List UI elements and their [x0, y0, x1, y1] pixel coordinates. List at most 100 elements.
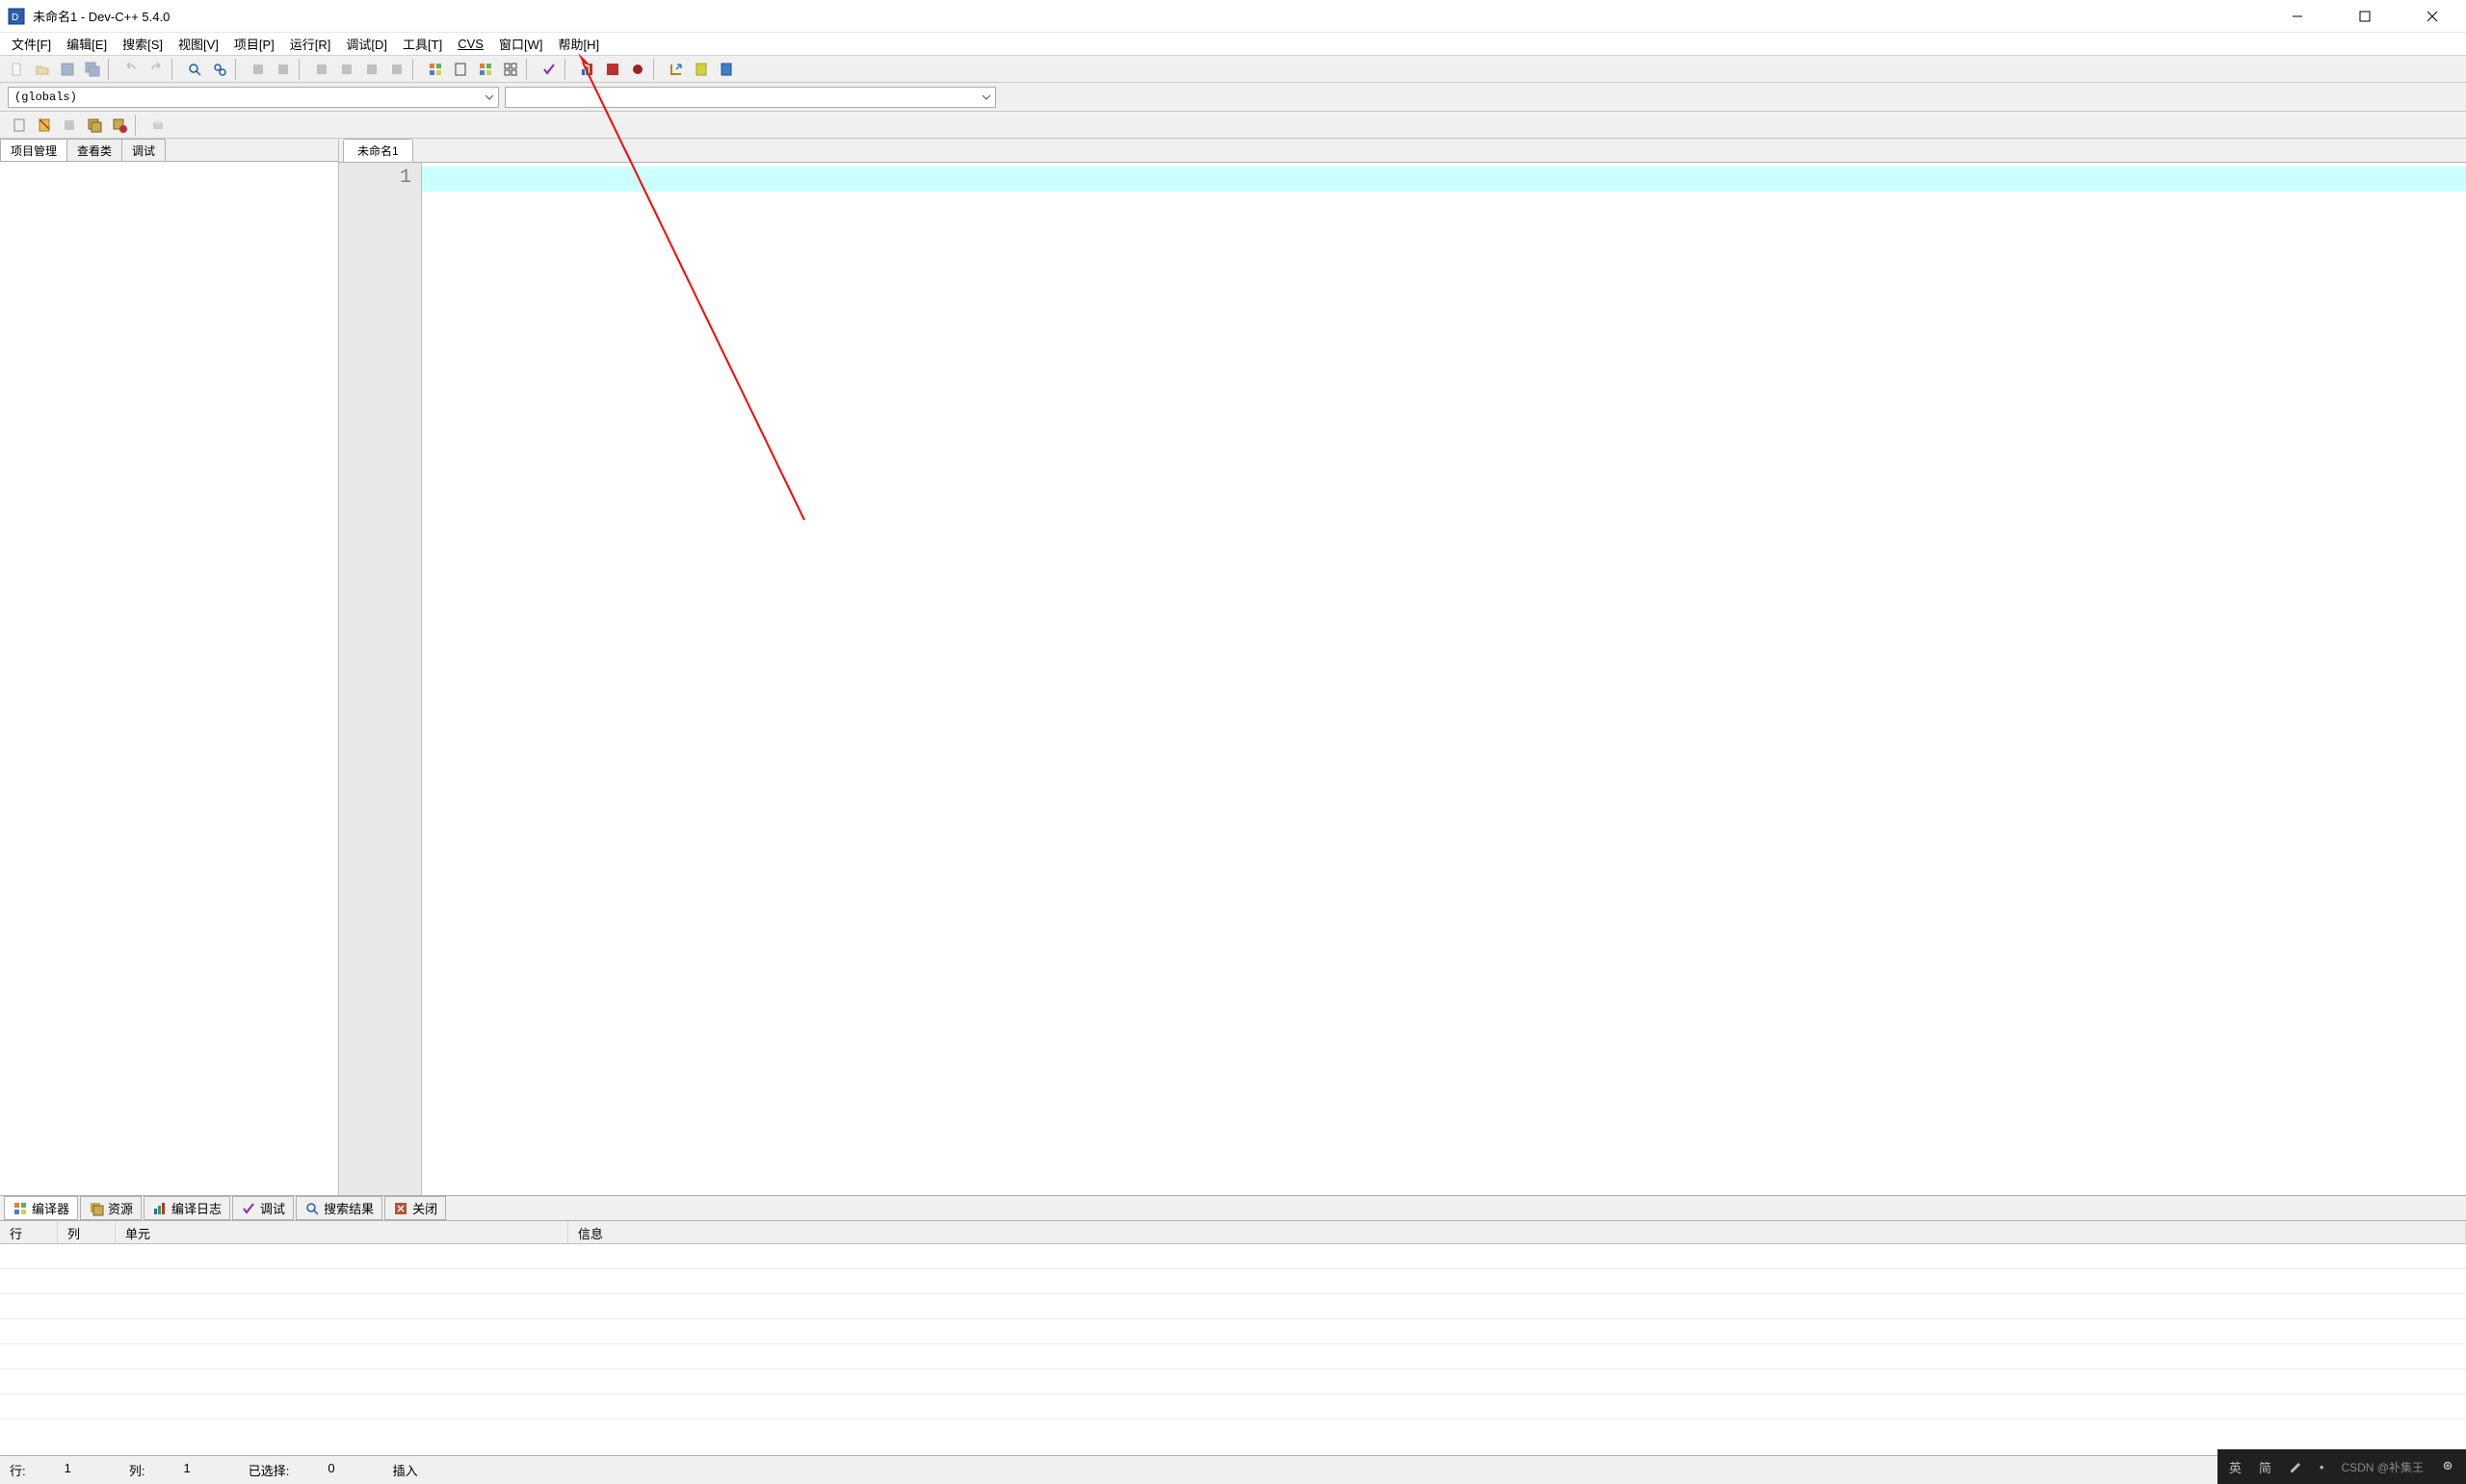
search-icon [304, 1201, 320, 1216]
tab-class-browser[interactable]: 查看类 [66, 139, 122, 161]
ime-edit-icon[interactable] [2289, 1459, 2302, 1475]
tab-debug-output[interactable]: 调试 [232, 1196, 294, 1220]
menu-edit[interactable]: 编辑[E] [59, 33, 115, 55]
col-header-message[interactable]: 信息 [568, 1221, 2466, 1243]
tab-compile-log[interactable]: 编译日志 [144, 1196, 230, 1220]
ime-lang[interactable]: 英 [2229, 1458, 2242, 1476]
replace-button[interactable] [208, 59, 231, 80]
status-mode: 插入 [393, 1461, 418, 1479]
menu-search[interactable]: 搜索[S] [115, 33, 171, 55]
open-button[interactable] [31, 59, 54, 80]
tab-resource[interactable]: 资源 [80, 1196, 142, 1220]
scope-combo-value: (globals) [14, 91, 77, 104]
grid-row[interactable] [0, 1344, 2466, 1369]
grid-row[interactable] [0, 1294, 2466, 1319]
toolbar-separator [564, 59, 572, 80]
ime-dot-icon[interactable]: • [2320, 1460, 2324, 1474]
menubar: 文件[F] 编辑[E] 搜索[S] 视图[V] 项目[P] 运行[R] 调试[D… [0, 33, 2466, 56]
compile-button[interactable] [247, 59, 270, 80]
tab-resource-label: 资源 [108, 1199, 133, 1217]
editor-tab-1[interactable]: 未命名1 [343, 139, 413, 162]
save-button[interactable] [56, 59, 79, 80]
project-options-button[interactable] [474, 59, 497, 80]
bookmark-toolbar [0, 112, 2466, 139]
editor-options-button[interactable] [499, 59, 522, 80]
grid-row[interactable] [0, 1319, 2466, 1344]
compiler-output-grid: 行 列 单元 信息 [0, 1221, 2466, 1455]
tab-debug-panel[interactable]: 调试 [121, 139, 166, 161]
project-tree[interactable] [0, 162, 338, 1195]
rebuild-button[interactable] [310, 59, 333, 80]
bookmark-new-button[interactable] [8, 115, 31, 136]
tools-button[interactable] [626, 59, 649, 80]
menu-view[interactable]: 视图[V] [171, 33, 226, 55]
minimize-button[interactable] [2264, 0, 2331, 33]
tab-compiler[interactable]: 编译器 [4, 1196, 78, 1220]
tab-close[interactable]: 关闭 [384, 1196, 446, 1220]
maximize-button[interactable] [2331, 0, 2399, 33]
col-header-col[interactable]: 列 [58, 1221, 116, 1243]
member-combo[interactable] [505, 87, 996, 108]
line-number-gutter: 1 [339, 163, 422, 1195]
status-line: 行: 1 [10, 1461, 71, 1479]
help-button[interactable] [715, 59, 738, 80]
profile-button[interactable] [576, 59, 599, 80]
tab-project[interactable]: 项目管理 [0, 139, 67, 161]
menu-window[interactable]: 窗口[W] [491, 33, 551, 55]
ime-gear-icon[interactable] [2441, 1459, 2454, 1475]
bookmark-button[interactable] [690, 59, 713, 80]
tab-debug-output-label: 调试 [260, 1199, 285, 1217]
log-icon [152, 1201, 168, 1216]
grid-row[interactable] [0, 1369, 2466, 1394]
chart-button[interactable] [601, 59, 624, 80]
code-editor[interactable] [422, 163, 2466, 1195]
toolbar-separator [235, 59, 243, 80]
toolbar-separator [171, 59, 179, 80]
current-line-highlight [422, 167, 2466, 192]
tab-compiler-label: 编译器 [32, 1199, 69, 1217]
undo-button[interactable] [119, 59, 143, 80]
status-col-label: 列: [129, 1461, 145, 1479]
new-source-button[interactable] [449, 59, 472, 80]
print-button[interactable] [146, 115, 170, 136]
run-button[interactable] [272, 59, 295, 80]
menu-help[interactable]: 帮助[H] [550, 33, 607, 55]
compiler-icon [13, 1201, 28, 1216]
bookmark-list-button[interactable] [83, 115, 106, 136]
menu-project[interactable]: 项目[P] [226, 33, 282, 55]
menu-debug[interactable]: 调试[D] [338, 33, 395, 55]
redo-button[interactable] [144, 59, 168, 80]
main-area: 项目管理 查看类 调试 未命名1 1 [0, 139, 2466, 1195]
compile-options-button[interactable] [424, 59, 447, 80]
window-controls [2264, 0, 2466, 33]
close-button[interactable] [2399, 0, 2466, 33]
editor-body: 1 [339, 162, 2466, 1195]
check-button[interactable] [538, 59, 561, 80]
tab-search-results[interactable]: 搜索结果 [296, 1196, 382, 1220]
find-button[interactable] [183, 59, 206, 80]
window-title: 未命名1 - Dev-C++ 5.4.0 [33, 7, 170, 25]
compile-run-button[interactable] [335, 59, 358, 80]
menu-tools[interactable]: 工具[T] [395, 33, 450, 55]
menu-run[interactable]: 运行[R] [282, 33, 339, 55]
grid-row[interactable] [0, 1244, 2466, 1269]
left-panel-tabs: 项目管理 查看类 调试 [0, 139, 338, 162]
debug-button[interactable] [360, 59, 383, 80]
save-all-button[interactable] [81, 59, 104, 80]
goto-button[interactable] [665, 59, 688, 80]
grid-row[interactable] [0, 1269, 2466, 1294]
grid-row[interactable] [0, 1394, 2466, 1419]
bookmark-flag-button[interactable] [33, 115, 56, 136]
ime-mode[interactable]: 简 [2259, 1458, 2271, 1476]
col-header-unit[interactable]: 单元 [116, 1221, 568, 1243]
col-header-line[interactable]: 行 [0, 1221, 58, 1243]
new-file-button[interactable] [6, 59, 29, 80]
scope-combo[interactable]: (globals) [8, 87, 499, 108]
menu-cvs[interactable]: CVS [450, 35, 491, 53]
bookmark-prev-button[interactable] [58, 115, 81, 136]
bookmark-remove-button[interactable] [108, 115, 131, 136]
stop-button[interactable] [385, 59, 408, 80]
menu-file[interactable]: 文件[F] [4, 33, 59, 55]
tab-search-results-label: 搜索结果 [324, 1199, 374, 1217]
status-mode-value: 插入 [393, 1461, 418, 1479]
